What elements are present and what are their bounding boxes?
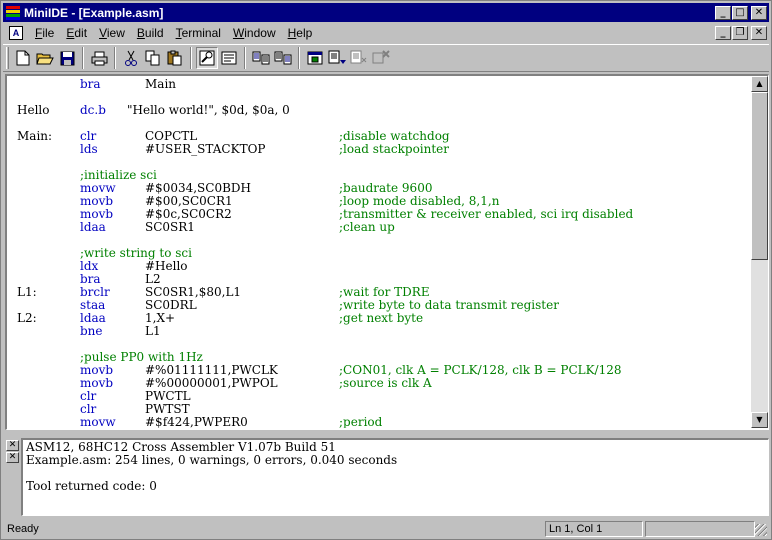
scroll-thumb[interactable] xyxy=(751,92,768,260)
code-editor[interactable]: bra Main Hello dc.b "Hello world!", $0d, $0a… xyxy=(5,74,769,430)
doc-restore-button[interactable]: ❐ xyxy=(732,25,748,40)
copy-icon[interactable] xyxy=(142,47,164,69)
menu-file[interactable]: File xyxy=(29,26,60,40)
compile-icon[interactable] xyxy=(250,47,272,69)
maximize-button[interactable]: □ xyxy=(732,5,748,20)
toolbar-separator xyxy=(298,47,300,69)
cut-icon[interactable] xyxy=(120,47,142,69)
resize-grip-icon[interactable] xyxy=(755,524,767,536)
debug-icon[interactable] xyxy=(348,47,370,69)
output-line: Example.asm: 254 lines, 0 warnings, 0 er… xyxy=(26,453,398,467)
download-icon[interactable] xyxy=(326,47,348,69)
toolbar-separator xyxy=(82,47,84,69)
paste-icon[interactable] xyxy=(164,47,186,69)
terminal-icon[interactable] xyxy=(304,47,326,69)
doc-close-button[interactable]: ✕ xyxy=(751,25,767,40)
output-line: Tool returned code: 0 xyxy=(26,479,157,493)
code-line[interactable]: clr PWCTL xyxy=(7,390,751,403)
code-line[interactable]: bra Main xyxy=(7,78,751,91)
code-operand: Main xyxy=(145,77,177,91)
code-mnemonic: bne xyxy=(80,324,103,338)
menu-edit[interactable]: Edit xyxy=(60,26,93,40)
code-line[interactable]: bne L1 xyxy=(7,325,751,338)
toolbar-separator xyxy=(190,47,192,69)
output-close-button[interactable]: ✕ xyxy=(6,440,19,451)
window-title: MiniIDE - [Example.asm] xyxy=(24,5,164,20)
output-restore-button[interactable]: ✕ xyxy=(6,452,19,463)
code-mnemonic: bra xyxy=(80,77,101,91)
properties-icon[interactable] xyxy=(218,47,240,69)
code-mnemonic: movw xyxy=(80,415,116,429)
menu-bar: A File Edit View Build Terminal Window Help _ … xyxy=(3,23,769,42)
find-icon[interactable] xyxy=(196,47,218,69)
code-mnemonic: dc.b xyxy=(80,103,106,117)
minimize-button[interactable]: _ xyxy=(715,5,731,20)
build-icon[interactable] xyxy=(272,47,294,69)
code-comment: ;get next byte xyxy=(339,311,424,325)
toolbar-separator xyxy=(114,47,116,69)
editor-vertical-scrollbar[interactable]: ▲ ▼ xyxy=(751,76,768,428)
code-comment: ;source is clk A xyxy=(339,376,432,390)
scroll-down-icon[interactable]: ▼ xyxy=(751,412,768,428)
output-text[interactable]: ASM12, 68HC12 Cross Assembler V1.07b Bui… xyxy=(21,438,769,516)
menu-build[interactable]: Build xyxy=(131,26,170,40)
save-icon[interactable] xyxy=(56,47,78,69)
cursor-position: Ln 1, Col 1 xyxy=(545,520,643,537)
code-line[interactable]: L2: ldaa 1,X+ ;get next byte xyxy=(7,312,751,325)
open-folder-icon[interactable] xyxy=(34,47,56,69)
menu-help[interactable]: Help xyxy=(282,26,319,40)
code-label: L1: xyxy=(17,285,37,299)
code-mnemonic: lds xyxy=(80,142,98,156)
code-line[interactable]: ldx #Hello xyxy=(7,260,751,273)
code-line[interactable]: ;write string to sci xyxy=(7,247,751,260)
toolbar-separator xyxy=(244,47,246,69)
menu-terminal[interactable]: Terminal xyxy=(170,26,227,40)
code-line[interactable] xyxy=(7,91,751,104)
menu-view[interactable]: View xyxy=(93,26,131,40)
stop-icon[interactable] xyxy=(370,47,392,69)
doc-minimize-button[interactable]: _ xyxy=(715,25,731,40)
code-line[interactable]: movw #$f424,PWPER0 ;period xyxy=(7,415,751,429)
toolbar xyxy=(3,44,769,72)
status-panel xyxy=(645,520,755,537)
output-pane: ✕ ✕ ASM12, 68HC12 Cross Assembler V1.07b… xyxy=(5,438,769,516)
code-operand: SC0SR1 xyxy=(145,220,195,234)
ide-window: MiniIDE - [Example.asm] _ □ ✕ A File Edit… xyxy=(0,0,772,540)
code-line[interactable]: Hello dc.b "Hello world!", $0d, $0a, 0 xyxy=(7,104,751,117)
code-line[interactable]: lds #USER_STACKTOP ;load stackpointer xyxy=(7,143,751,156)
toolbar-grip[interactable] xyxy=(6,47,9,69)
new-file-icon[interactable] xyxy=(12,47,34,69)
code-label: L2: xyxy=(17,311,37,325)
scroll-up-icon[interactable]: ▲ xyxy=(751,76,768,92)
code-line[interactable]: ldaa SC0SR1 ;clean up xyxy=(7,221,751,234)
code-line[interactable]: movb #%00000001,PWPOL ;source is clk A xyxy=(7,377,751,390)
code-comment: ;clean up xyxy=(339,220,395,234)
document-icon[interactable]: A xyxy=(9,25,23,40)
code-label: Main: xyxy=(17,129,53,143)
code-operand: "Hello world!", $0d, $0a, 0 xyxy=(127,103,290,117)
status-bar: Ready Ln 1, Col 1 xyxy=(3,519,769,538)
title-bar[interactable]: MiniIDE - [Example.asm] _ □ ✕ xyxy=(3,3,769,22)
code-area[interactable]: bra Main Hello dc.b "Hello world!", $0d, $0a… xyxy=(7,76,751,429)
code-operand: #$f424,PWPER0 xyxy=(145,415,248,429)
code-operand: #USER_STACKTOP xyxy=(145,142,266,156)
app-logo-icon xyxy=(6,5,20,20)
status-text: Ready xyxy=(7,522,39,535)
print-icon[interactable] xyxy=(88,47,110,69)
code-operand: L1 xyxy=(145,324,161,338)
code-label: Hello xyxy=(17,103,50,117)
menu-window[interactable]: Window xyxy=(227,26,282,40)
code-mnemonic: ldaa xyxy=(80,220,106,234)
close-button[interactable]: ✕ xyxy=(751,5,767,20)
code-comment: ;period xyxy=(339,415,383,429)
output-controls: ✕ ✕ xyxy=(5,438,21,516)
code-comment: ;load stackpointer xyxy=(339,142,450,156)
